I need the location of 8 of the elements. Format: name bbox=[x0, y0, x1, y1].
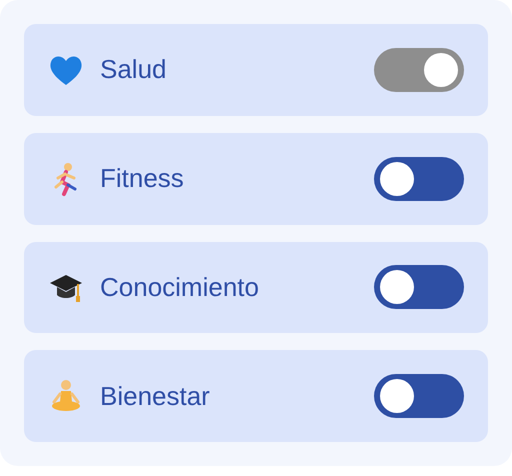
toggle-switch[interactable] bbox=[374, 156, 464, 201]
toggle-switch[interactable] bbox=[374, 265, 464, 310]
setting-label: Conocimiento bbox=[100, 270, 260, 304]
toggle-switch[interactable] bbox=[374, 374, 464, 418]
setting-label: Bienestar bbox=[100, 380, 211, 413]
toggle-switch[interactable] bbox=[374, 48, 464, 92]
setting-label: Salud bbox=[100, 53, 168, 86]
setting-label: Fitness bbox=[100, 162, 185, 196]
